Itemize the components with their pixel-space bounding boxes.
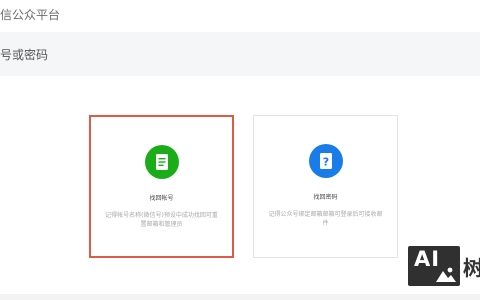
svg-text:?: ? [322,156,328,169]
watermark-logo: AI [408,246,460,286]
recover-password-title: 找回密码 [313,194,338,201]
recover-password-card[interactable]: ? 找回密码 记得公众号绑定邮箱邮箱可登录后可接收邮件 [253,115,398,258]
recover-account-description: 记得帐号名称(微信号)预设中成功找回可重置邮箱和管理员 [105,212,218,228]
recover-password-description: 记得公众号绑定邮箱邮箱可登录后可接收邮件 [268,211,383,227]
footer-divider [0,294,480,300]
watermark: AI 树 [408,246,480,290]
top-bar: 信公众平台 [0,0,480,30]
recover-account-card[interactable]: 找回帐号 记得帐号名称(微信号)预设中成功找回可重置邮箱和管理员 [89,115,234,258]
page-title: 号或密码 [0,48,49,62]
platform-title: 信公众平台 [0,8,61,22]
question-icon: ? [308,144,343,178]
page-subheader: 号或密码 [0,32,480,76]
watermark-char: 树 [463,256,480,280]
recover-account-title: 找回帐号 [149,195,174,202]
document-icon [144,145,179,179]
mountain-icon [436,267,456,282]
